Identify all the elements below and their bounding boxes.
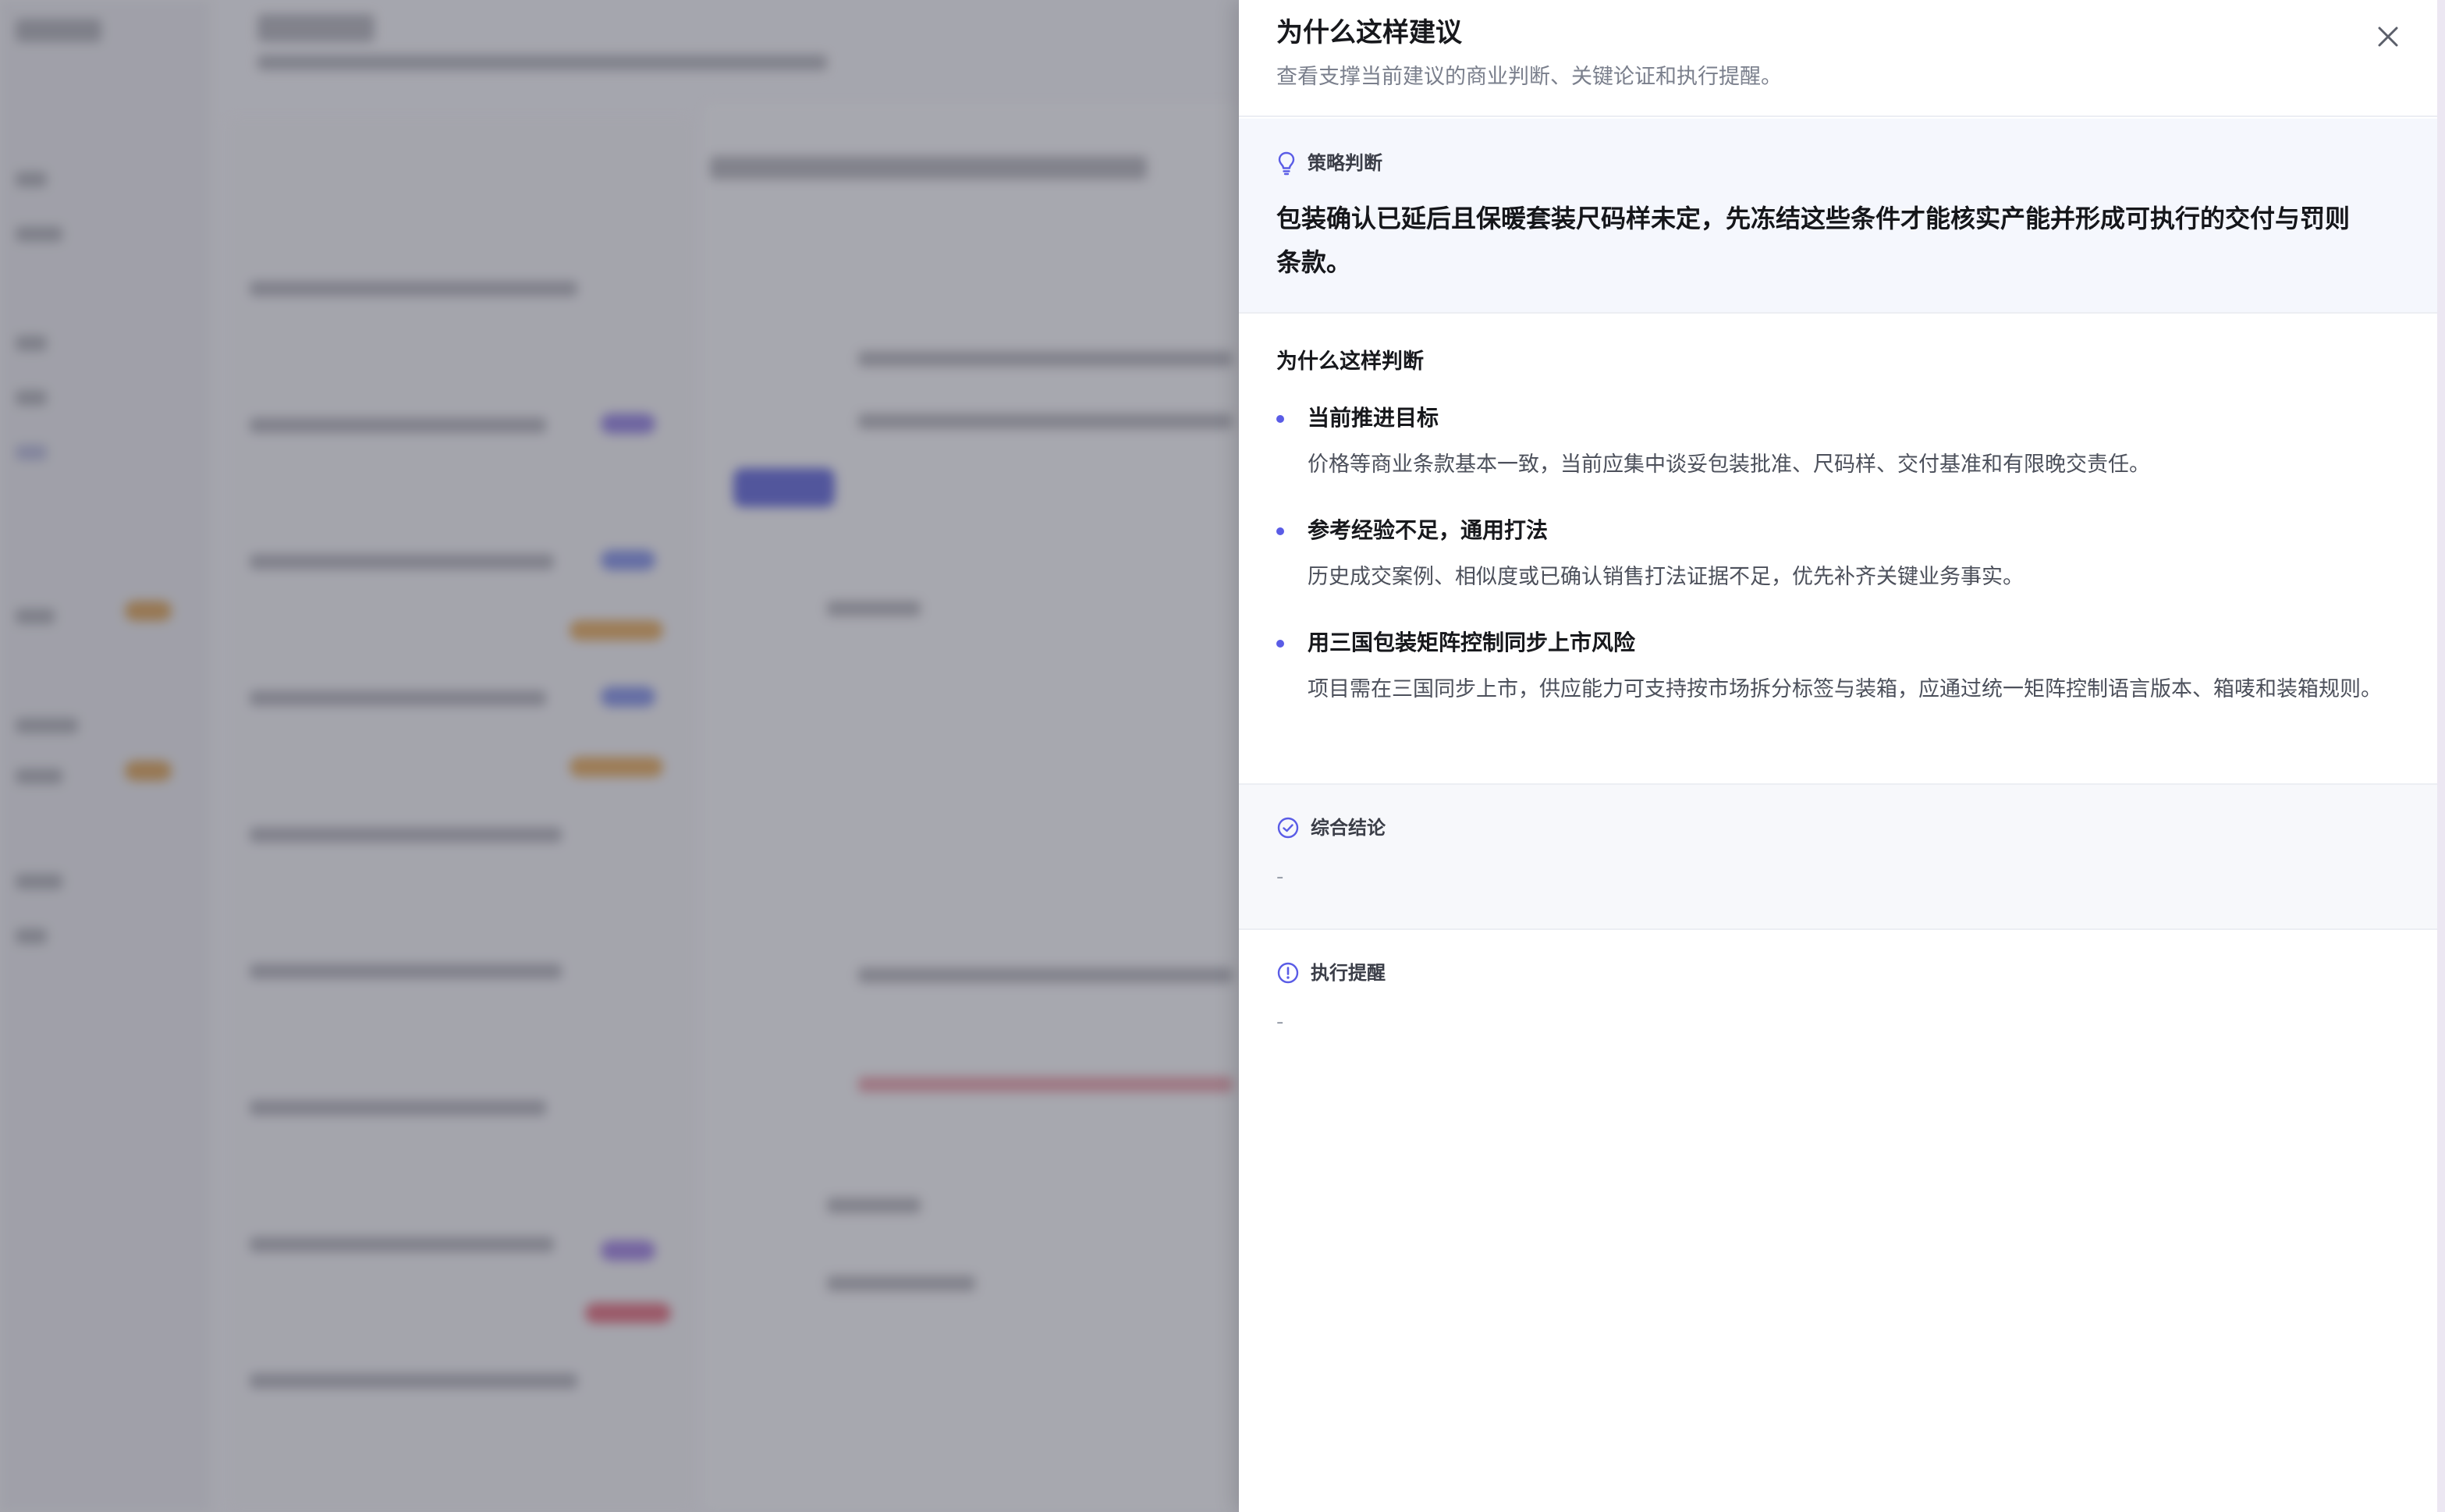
bullet-dot-icon xyxy=(1276,640,1284,648)
conclusion-header: 综合结论 xyxy=(1276,815,1386,841)
modal-scrim[interactable] xyxy=(0,0,1239,1512)
reasons-title: 为什么这样判断 xyxy=(1276,350,1424,374)
close-icon xyxy=(2378,27,2398,47)
drawer-title: 为什么这样建议 xyxy=(1276,17,1462,48)
conclusion-label: 综合结论 xyxy=(1311,817,1386,839)
reason-title: 当前推进目标 xyxy=(1308,405,1439,431)
bullet-dot-icon xyxy=(1276,527,1284,535)
page-edge-strip xyxy=(2437,0,2445,1512)
strategy-text: 包装确认已延后且保暖套装尺码样未定，先冻结这些条件才能核实产能并形成可执行的交付… xyxy=(1276,204,2351,277)
strategy-label: 策略判断 xyxy=(1308,152,1382,174)
drawer-header: 为什么这样建议 查看支撑当前建议的商业判断、关键论证和执行提醒。 xyxy=(1239,0,2437,117)
explanation-drawer: 为什么这样建议 查看支撑当前建议的商业判断、关键论证和执行提醒。 策略判断 包装… xyxy=(1239,0,2437,1512)
close-button[interactable] xyxy=(2369,17,2408,56)
check-circle-icon xyxy=(1277,817,1299,839)
drawer-subtitle: 查看支撑当前建议的商业判断、关键论证和执行提醒。 xyxy=(1276,65,1782,89)
reminder-label: 执行提醒 xyxy=(1311,962,1386,984)
conclusion-section: 综合结论 - xyxy=(1239,785,2437,930)
reason-title: 参考经验不足，通用打法 xyxy=(1308,517,1549,543)
reminder-header: 执行提醒 xyxy=(1276,960,1386,986)
strategy-header: 策略判断 xyxy=(1276,150,1382,176)
reason-description: 项目需在三国同步上市，供应能力可支持按市场拆分标签与装箱，应通过统一矩阵控制语言… xyxy=(1308,677,2382,701)
reasons-section: 为什么这样判断 当前推进目标 价格等商业条款基本一致，当前应集中谈妥包装批准、尺… xyxy=(1239,314,2437,785)
bullet-dot-icon xyxy=(1276,415,1284,423)
alert-circle-icon xyxy=(1277,962,1299,984)
reminder-section: 执行提醒 - xyxy=(1239,930,2437,1075)
reason-title: 用三国包装矩阵控制同步上市风险 xyxy=(1308,630,1636,655)
reason-description: 历史成交案例、相似度或已确认销售打法证据不足，优先补齐关键业务事实。 xyxy=(1308,565,2024,589)
lightbulb-icon xyxy=(1278,151,1295,176)
reason-description: 价格等商业条款基本一致，当前应集中谈妥包装批准、尺码样、交付基准和有限晚交责任。 xyxy=(1308,453,2150,477)
strategy-section: 策略判断 包装确认已延后且保暖套装尺码样未定，先冻结这些条件才能核实产能并形成可… xyxy=(1239,119,2437,314)
conclusion-value: - xyxy=(1276,865,1284,889)
reminder-value: - xyxy=(1276,1010,1284,1034)
